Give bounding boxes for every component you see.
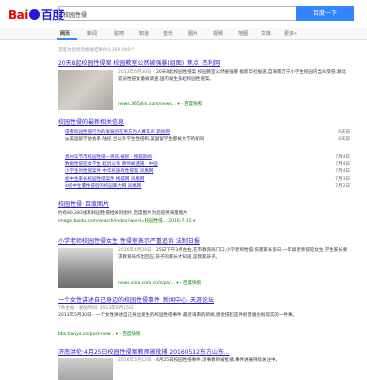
result-source[interactable]: news.365jilin.com/news... ▾ - 百度快照 [118, 102, 202, 109]
result-snippet: 2013年5月30日 - 一个女性讲述自己身边发生的校园性侵事件 最近海南的新闻… [58, 313, 297, 318]
tab-images[interactable]: 图片 [188, 30, 198, 37]
tab-video[interactable]: 视频 [213, 30, 223, 37]
image-result-source[interactable]: image.baidu.com/search/index?word=校园性侵..… [58, 219, 195, 226]
image-result-snippet: 约有80,283张和校园性侵相关的图片,百度图片为您提供海量图片 [58, 211, 188, 216]
search-header: Bai 百度 校园性侵 百度一下 [0, 0, 367, 28]
paw-icon [28, 9, 40, 20]
news-block-title[interactable]: 校园性侵的最新相关信息 [58, 117, 124, 126]
result-title[interactable]: 小学老师校园性侵女生 性侵室表示严重追诉 法制日报 [58, 236, 200, 245]
news-item[interactable]: 侵害校园性侵行为的发展因在男方为人赛车声 新民网 4天前 [65, 129, 350, 135]
image-result-title[interactable]: 校园性侵_百度图片 [58, 199, 109, 208]
active-tab-indicator [57, 38, 77, 40]
tab-zhidao[interactable]: 知道 [139, 30, 149, 37]
result-snippet: 2016年4月29日 - 25日下午3点左右,在市教育局门口,小学老师性侵,伤害… [118, 248, 348, 260]
result-source[interactable]: news.sina.com.cn/s/pa/... ▾ - 百度快照 [118, 281, 201, 288]
result-thumbnail[interactable] [58, 358, 113, 380]
baidu-logo[interactable]: Bai 百度 [8, 6, 64, 22]
tab-more[interactable]: 更多» [284, 30, 297, 37]
search-tabs: 网页 新闻 贴吧 知道 音乐 图片 视频 地图 文库 更多» [0, 28, 367, 40]
news-item: @美国留学协会系 陆纪 吕以外学生性侵和,美国留学生都被大学的如同 4天前 [65, 137, 350, 142]
result-thumbnail[interactable] [58, 248, 113, 288]
result-count: 百度为您找到相关结果约2,360,000个 [58, 48, 135, 53]
news-item[interactable]: 贵州毕节市校园性侵一男孩,被抓 · 搜狐新闻 7月4日 [65, 154, 350, 160]
tab-web[interactable]: 网页 [60, 30, 70, 37]
tab-music[interactable]: 音乐 [163, 30, 173, 37]
tab-wenku[interactable]: 文库 [261, 30, 271, 37]
search-input[interactable]: 校园性侵 [58, 6, 296, 21]
result-snippet: 2013年6月30日 - 20天8起校园性侵案 校园教室公然被强暴 据新华社报道… [118, 70, 346, 82]
result-snippet: 2016年5月12日 - 4月25日校园性侵事件,涉事教师被批捕,事件进展持续关… [118, 358, 280, 363]
result-title[interactable]: 20天8起校园性侵案 校园教室公然被强暴(组图)_焦点_杰利网 [58, 58, 220, 67]
forum-meta: 7条主帖 - 发帖时间: 2013年6月15日 [58, 306, 134, 311]
news-item[interactable]: 小学生的性侵案件 中华民族有性侵案 凤凰网 7月4日 [65, 168, 350, 174]
news-item[interactable]: 4初中生遭性侵后的校园暴力网 凤凰网 7月2日 [65, 183, 350, 189]
result-title[interactable]: 济南洪伦:4月25日校园性侵案教师被批捕 20160512东方山东... [58, 347, 230, 356]
tab-map[interactable]: 地图 [238, 30, 248, 37]
news-item[interactable]: 初中生家长校园性侵案件 搜狐网 凤凰网 7月3日 [65, 176, 350, 182]
result-source[interactable]: bbs.tianya.cn/post-new... ▾ - 百度快照 [58, 332, 141, 339]
news-item[interactable]: 数据性侵犯女学生 起诉父亲 教师被逮捕 · 中国 7月4日 [65, 161, 350, 167]
result-thumbnail[interactable] [58, 70, 113, 110]
tab-tieba[interactable]: 贴吧 [114, 30, 124, 37]
result-title[interactable]: 一个女性讲述自己身边的校园性侵事件_新闻中心_天涯论坛 [58, 295, 214, 304]
search-button[interactable]: 百度一下 [296, 6, 354, 21]
tab-news[interactable]: 新闻 [87, 30, 97, 37]
